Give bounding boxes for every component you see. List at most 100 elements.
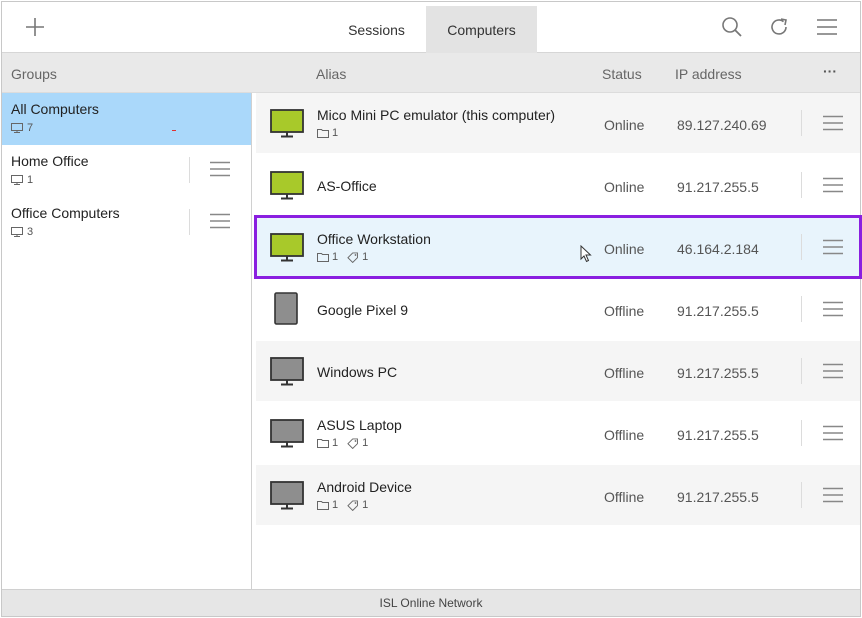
monitor-icon xyxy=(11,227,23,237)
tag-icon xyxy=(347,437,359,449)
computer-row[interactable]: Windows PC Offline 91.217.255.5 xyxy=(256,341,860,401)
computer-row[interactable]: AS-Office Online 91.217.255.5 xyxy=(256,155,860,215)
computer-meta: 11 xyxy=(317,437,368,449)
divider xyxy=(801,110,802,136)
column-header-row: Groups Alias Status IP address ··· xyxy=(2,53,860,93)
refresh-icon[interactable] xyxy=(766,14,792,40)
menu-icon[interactable] xyxy=(814,14,840,40)
computer-ip: 89.127.240.69 xyxy=(677,117,767,133)
computer-meta: 11 xyxy=(317,499,368,511)
divider xyxy=(189,157,190,183)
computer-menu-icon[interactable] xyxy=(822,301,844,322)
computer-ip: 91.217.255.5 xyxy=(677,303,759,319)
computer-menu-icon[interactable] xyxy=(822,487,844,508)
computer-meta: 11 xyxy=(317,251,368,263)
computer-list: Mico Mini PC emulator (this computer) 1 On… xyxy=(254,93,862,589)
computer-alias: Mico Mini PC emulator (this computer) xyxy=(317,107,556,123)
tag-count: 1 xyxy=(362,251,369,263)
monitor-icon xyxy=(11,123,23,133)
folder-count: 1 xyxy=(332,127,339,139)
group-name: Home Office xyxy=(11,153,89,169)
computer-status: Offline xyxy=(604,489,645,505)
computer-row[interactable]: Android Device 1 1 Offline 91.217.255.5 xyxy=(256,465,860,525)
alias-column-header[interactable]: Alias xyxy=(316,66,346,82)
group-home-office[interactable]: Home Office 1 xyxy=(2,145,251,197)
folder-count: 1 xyxy=(332,437,339,449)
computer-menu-icon[interactable] xyxy=(822,239,844,260)
app-window: Sessions Computers Groups Alias Status I… xyxy=(1,1,862,617)
group-menu-icon[interactable] xyxy=(209,161,231,182)
monitor-icon xyxy=(270,171,304,206)
ip-column-header[interactable]: IP address xyxy=(675,66,742,82)
monitor-icon xyxy=(270,109,304,144)
group-office-computers[interactable]: Office Computers 3 xyxy=(2,197,251,249)
divider xyxy=(801,420,802,446)
divider xyxy=(801,358,802,384)
monitor-icon xyxy=(270,233,304,268)
tab-computers[interactable]: Computers xyxy=(426,6,537,53)
search-icon[interactable] xyxy=(719,14,745,40)
more-options-icon[interactable]: ··· xyxy=(823,63,837,79)
phone-icon xyxy=(274,292,298,330)
group-count: 1 xyxy=(11,174,33,186)
computer-alias: ASUS Laptop xyxy=(317,417,402,433)
computer-menu-icon[interactable] xyxy=(822,363,844,384)
computer-alias: Android Device xyxy=(317,479,412,495)
computer-row[interactable]: Mico Mini PC emulator (this computer) 1 On… xyxy=(256,93,860,153)
tag-icon xyxy=(347,499,359,511)
tag-count: 1 xyxy=(362,499,369,511)
computer-row[interactable]: Office Workstation 1 1 Online 46.164.2.184 xyxy=(254,215,862,279)
network-footer: ISL Online Network xyxy=(2,589,860,616)
computer-meta: 1 xyxy=(317,127,338,139)
computer-ip: 91.217.255.5 xyxy=(677,427,759,443)
divider xyxy=(801,234,802,260)
group-menu-icon[interactable] xyxy=(209,213,231,234)
computer-ip: 46.164.2.184 xyxy=(677,241,759,257)
computer-alias: Office Workstation xyxy=(317,231,431,247)
folder-icon xyxy=(317,439,329,448)
divider xyxy=(801,482,802,508)
computer-ip: 91.217.255.5 xyxy=(677,179,759,195)
computer-ip: 91.217.255.5 xyxy=(677,489,759,505)
computer-row[interactable]: Google Pixel 9 Offline 91.217.255.5 xyxy=(256,279,860,339)
status-column-header[interactable]: Status xyxy=(602,66,642,82)
folder-count: 1 xyxy=(332,499,339,511)
groups-header: Groups xyxy=(11,66,57,82)
plus-icon[interactable] xyxy=(22,14,48,40)
tag-count: 1 xyxy=(362,437,369,449)
computer-status: Offline xyxy=(604,303,645,319)
computer-menu-icon[interactable] xyxy=(822,115,844,136)
computer-menu-icon[interactable] xyxy=(822,177,844,198)
computer-status: Online xyxy=(604,179,645,195)
group-name: All Computers xyxy=(11,101,99,117)
divider xyxy=(801,172,802,198)
tab-bar: Sessions Computers xyxy=(327,6,537,53)
group-count: 7 xyxy=(11,122,33,134)
top-bar: Sessions Computers xyxy=(2,2,860,53)
divider xyxy=(189,209,190,235)
computer-status: Online xyxy=(604,241,645,257)
computer-alias: Google Pixel 9 xyxy=(317,302,409,318)
computer-menu-icon[interactable] xyxy=(822,425,844,446)
computer-status: Offline xyxy=(604,365,645,381)
computer-status: Offline xyxy=(604,427,645,443)
folder-count: 1 xyxy=(332,251,339,263)
group-all-computers[interactable]: All Computers 7 xyxy=(2,93,251,145)
computer-alias: Windows PC xyxy=(317,364,398,380)
groups-panel: All Computers 7 Home Office 1 Office Com… xyxy=(2,93,252,589)
computer-ip: 91.217.255.5 xyxy=(677,365,759,381)
folder-icon xyxy=(317,129,329,138)
computer-row[interactable]: ASUS Laptop 1 1 Offline 91.217.255.5 xyxy=(256,403,860,463)
monitor-icon xyxy=(11,175,23,185)
red-mark xyxy=(172,130,176,131)
folder-icon xyxy=(317,501,329,510)
divider xyxy=(801,296,802,322)
computer-alias: AS-Office xyxy=(317,178,377,194)
monitor-icon xyxy=(270,357,304,392)
computer-status: Online xyxy=(604,117,645,133)
tab-sessions[interactable]: Sessions xyxy=(327,6,426,53)
group-name: Office Computers xyxy=(11,205,120,221)
folder-icon xyxy=(317,253,329,262)
monitor-icon xyxy=(270,481,304,516)
group-count: 3 xyxy=(11,226,33,238)
